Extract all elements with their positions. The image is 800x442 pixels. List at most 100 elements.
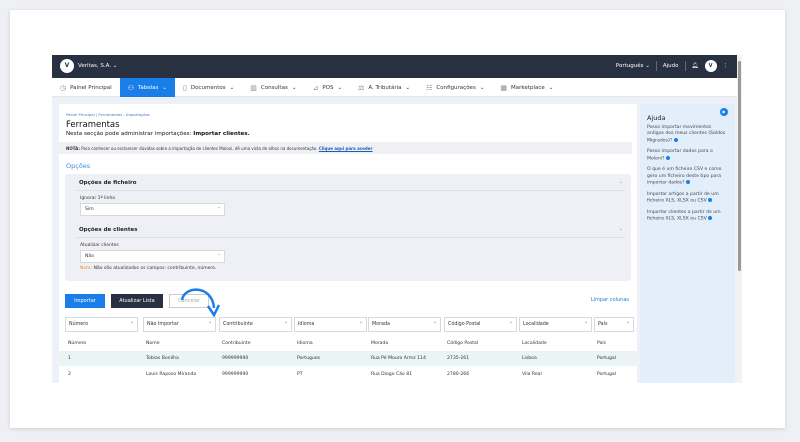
help-link[interactable]: Ajudo	[663, 63, 679, 69]
table-cell: 999999990	[222, 356, 249, 361]
nav-item[interactable]: ▥ Consultas ⌄	[242, 78, 304, 97]
nav-item[interactable]: ⊿ POS ⌄	[304, 78, 350, 97]
nav-item[interactable]: ▯ Documentos ⌄	[175, 78, 242, 97]
breadcrumb: Painel Principal | Ferramentas - Importa…	[66, 112, 150, 117]
column-header: País	[597, 341, 607, 346]
table-cell: Portugal	[597, 356, 617, 361]
nav-item-label: A. Tributária	[368, 84, 402, 91]
note-label: NOTA:	[66, 146, 80, 151]
language-label: Português	[615, 63, 644, 69]
import-button[interactable]: Importar	[65, 294, 105, 308]
nav-item-label: Configurações	[436, 84, 476, 91]
nav-item-label: Tabelas	[137, 84, 159, 91]
arrow-circle-icon	[673, 137, 678, 142]
nav-item[interactable]: ◷ Painel Principal	[52, 78, 120, 97]
divider	[684, 61, 686, 71]
refresh-list-button[interactable]: Atualizar Lista	[111, 294, 163, 308]
page-subtitle: Nesta secção pode administrar importaçõe…	[66, 131, 250, 137]
chevron-down-icon[interactable]: ⌄	[619, 226, 623, 232]
page-title: Ferramentas	[66, 120, 120, 130]
column-mapping-select[interactable]: Idioma	[294, 317, 367, 332]
column-mapping-select[interactable]: Contribuinte	[219, 317, 292, 332]
scrollbar[interactable]	[737, 55, 742, 383]
column-header: Número	[68, 341, 87, 346]
update-note: Nota: Não são atualizados os campos: con…	[80, 266, 216, 271]
language-select[interactable]: Português ⌄	[616, 63, 650, 69]
bell-icon[interactable]: 🔔︎	[692, 63, 699, 69]
help-article-link[interactable]: Importar artigos a partir de um ficheiro…	[647, 192, 728, 205]
nav-item[interactable]: ▦ Marketplace ⌄	[492, 78, 561, 97]
breadcrumb-current: Ferramentas - Importações	[98, 112, 150, 117]
document-icon: ▯	[183, 83, 187, 92]
table-cell: Louis Raposo Miranda	[146, 372, 197, 377]
chevron-down-icon[interactable]: ⌄	[619, 179, 623, 185]
table-cell: 2780-266	[447, 372, 470, 377]
subtitle-bold: Importar clientes.	[193, 131, 250, 137]
update-clients-select[interactable]: Não	[80, 250, 225, 263]
top-bar: V Veritas, S.A. ⌄ Português ⌄ Ajudo 🔔︎ V…	[52, 55, 742, 78]
nav-item-label: POS	[322, 84, 334, 91]
documentation-link[interactable]: Clique aqui para aceder	[319, 146, 373, 151]
column-header: Localidade	[522, 341, 547, 346]
table-cell: 999999990	[222, 372, 249, 377]
table-cell: 2	[68, 372, 71, 377]
table-cell: Lisboa	[522, 356, 537, 361]
nav-item[interactable]: ⚖ A. Tributária ⌄	[350, 78, 418, 97]
column-mapping-select[interactable]: Não Importar	[143, 317, 216, 332]
main-content: Painel Principal | Ferramentas - Importa…	[59, 104, 637, 383]
company-switcher[interactable]: Veritas, S.A. ⌄	[78, 63, 117, 69]
nav-item[interactable]: ⚇ Tabelas ⌄	[119, 78, 176, 97]
nav-item-label: Documentos	[190, 84, 226, 91]
arrow-circle-icon	[708, 198, 713, 203]
divider	[75, 237, 625, 238]
column-mapping-select[interactable]: Localidade	[519, 317, 592, 332]
help-title: Ajuda	[647, 114, 666, 122]
note-label: Nota:	[80, 266, 93, 271]
chevron-down-icon: ⌄	[162, 84, 168, 91]
options-heading: Opções	[66, 162, 91, 170]
options-panel: Opções de ficheiro ⌄ Ignorar 1ª linha Si…	[65, 174, 631, 281]
nav-item[interactable]: ☷ Configurações ⌄	[418, 78, 492, 97]
table-cell: Vila Real	[522, 372, 542, 377]
table-cell: Portugal	[597, 372, 617, 377]
table-cell: 1	[68, 356, 71, 361]
settings-icon: ☷	[426, 83, 433, 92]
table-cell: PT	[297, 372, 303, 377]
column-mapping-select[interactable]: Código Postal	[444, 317, 517, 332]
arrow-annotation-icon	[180, 288, 221, 318]
help-article-link[interactable]: Posso importar dados para o Moloni?	[647, 149, 728, 162]
column-mapping-select[interactable]: Número	[65, 317, 138, 332]
chevron-down-icon: ⌄	[479, 84, 485, 91]
breadcrumb-home[interactable]: Painel Principal	[66, 112, 95, 117]
note-text: Não são atualizados os campos: contribui…	[92, 266, 217, 271]
chevron-down-icon: ⌄	[548, 84, 554, 91]
chevron-down-icon: ⌄	[291, 84, 297, 91]
dashboard-icon: ◷	[60, 83, 67, 92]
nav-item-label: Painel Principal	[70, 84, 112, 91]
ignore-first-line-select[interactable]: Sim	[80, 203, 225, 216]
divider	[75, 190, 625, 191]
help-article-text: Posso importar movimentos antigos dos me…	[647, 125, 726, 144]
divider	[655, 61, 657, 71]
avatar[interactable]: V	[704, 60, 717, 72]
table-cell: Portugues	[297, 356, 321, 361]
column-header: Morada	[371, 341, 389, 346]
help-article-link[interactable]: Posso importar movimentos antigos dos me…	[647, 125, 728, 144]
app-window: V Veritas, S.A. ⌄ Português ⌄ Ajudo 🔔︎ V…	[52, 55, 742, 383]
column-header: Código Postal	[447, 341, 479, 346]
column-mapping-select[interactable]: País	[594, 317, 634, 332]
chevron-down-icon: ⌄	[229, 84, 235, 91]
client-options-header[interactable]: Opções de clientes	[79, 227, 137, 233]
file-options-header[interactable]: Opções de ficheiro	[79, 180, 137, 186]
help-article-text: O que é um ficheiro CSV e como gero um f…	[647, 167, 722, 186]
ignore-first-line-label: Ignorar 1ª linha	[80, 196, 116, 201]
help-article-link[interactable]: O que é um ficheiro CSV e como gero um f…	[647, 167, 728, 186]
column-header: Contribuinte	[222, 341, 251, 346]
chart-icon: ▥	[250, 83, 257, 92]
help-article-link[interactable]: Importar clientes a partir de um ficheir…	[647, 210, 728, 223]
play-icon[interactable]: ▶	[720, 108, 728, 116]
grid-icon: ▦	[500, 83, 508, 92]
column-mapping-select[interactable]: Morada	[368, 317, 441, 332]
more-vertical-icon[interactable]: ⋮	[723, 63, 729, 69]
clear-columns-link[interactable]: Limpar colunas	[591, 297, 629, 303]
